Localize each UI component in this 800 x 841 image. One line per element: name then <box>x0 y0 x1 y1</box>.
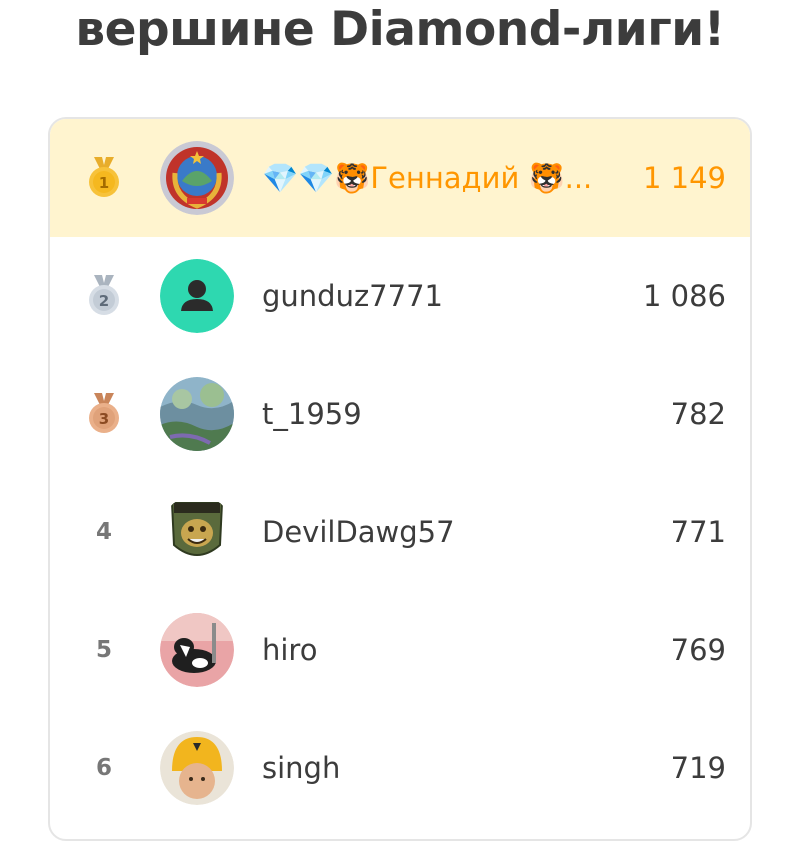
rank-number: 6 <box>95 755 112 781</box>
username: hiro <box>262 633 318 667</box>
default-user-avatar[interactable] <box>160 259 234 333</box>
leaderboard-row-current-user[interactable]: 1 💎💎🐯Геннадий 🐯... 1 149 <box>50 119 750 237</box>
username: DevilDawg57 <box>262 515 455 549</box>
child-avatar[interactable] <box>160 731 234 805</box>
rank-number: 3 <box>99 410 109 428</box>
leaderboard: 1 💎💎🐯Геннадий 🐯... 1 149 2 gunduz7771 1 … <box>48 117 752 841</box>
rank-number: 5 <box>95 637 112 663</box>
xp-value: 769 <box>670 633 726 667</box>
username: singh <box>262 751 341 785</box>
rank-number: 2 <box>99 292 109 310</box>
gold-medal-icon: 1 <box>89 157 119 197</box>
xp-value: 782 <box>670 397 726 431</box>
xp-value: 1 086 <box>642 279 726 313</box>
leaderboard-row[interactable]: 6 singh 719 <box>50 709 750 827</box>
username: gunduz7771 <box>262 279 443 313</box>
xp-value: 771 <box>670 515 726 549</box>
leaderboard-row[interactable]: 2 gunduz7771 1 086 <box>50 237 750 355</box>
leaderboard-row[interactable]: 3 t_1959 782 <box>50 355 750 473</box>
dog-avatar[interactable] <box>160 613 234 687</box>
rank-number: 1 <box>99 174 109 192</box>
landscape-avatar[interactable] <box>160 377 234 451</box>
emblem-avatar[interactable] <box>160 141 234 215</box>
xp-value: 1 149 <box>642 161 726 195</box>
username: t_1959 <box>262 397 362 431</box>
bronze-medal-icon: 3 <box>89 393 119 433</box>
page-title: вершине Diamond-лиги! <box>75 2 725 57</box>
silver-medal-icon: 2 <box>89 275 119 315</box>
username: 💎💎🐯Геннадий 🐯... <box>262 161 593 195</box>
xp-value: 719 <box>670 751 726 785</box>
rank-number: 4 <box>95 519 112 545</box>
leaderboard-row[interactable]: 5 hiro 769 <box>50 591 750 709</box>
badge-avatar[interactable] <box>160 495 234 569</box>
leaderboard-row[interactable]: 4 DevilDawg57 771 <box>50 473 750 591</box>
